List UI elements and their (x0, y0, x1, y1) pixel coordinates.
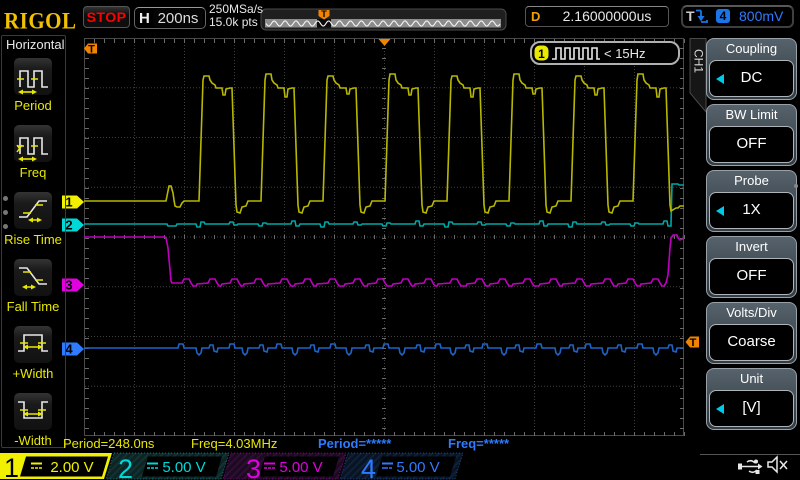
svg-text:3: 3 (246, 454, 261, 480)
svg-text:T: T (690, 337, 697, 349)
svg-text:4: 4 (65, 342, 73, 357)
svg-text:4: 4 (361, 454, 376, 480)
svg-text:2: 2 (118, 454, 133, 480)
svg-text:< 15Hz: < 15Hz (604, 46, 646, 61)
svg-text:1: 1 (4, 453, 19, 480)
svg-text:T: T (321, 9, 327, 19)
svg-text:1: 1 (65, 195, 72, 210)
svg-text:5.00 V: 5.00 V (162, 459, 205, 476)
svg-text:5.00 V: 5.00 V (396, 459, 439, 476)
svg-text:2.00 V: 2.00 V (50, 459, 93, 476)
svg-text:5.00 V: 5.00 V (279, 459, 322, 476)
svg-text:3: 3 (65, 278, 72, 293)
svg-text:1: 1 (538, 47, 545, 61)
svg-text:2: 2 (65, 218, 72, 233)
svg-text:CH1: CH1 (692, 49, 706, 73)
svg-text:T: T (88, 44, 95, 56)
